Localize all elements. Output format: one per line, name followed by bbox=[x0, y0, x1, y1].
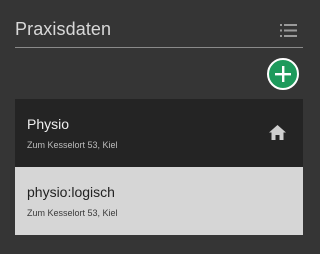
page-title: Praxisdaten bbox=[15, 19, 112, 39]
practice-name: physio:logisch bbox=[27, 184, 115, 200]
practice-address: Zum Kesselort 53, Kiel bbox=[27, 140, 118, 150]
practice-item[interactable]: physio:logisch Zum Kesselort 53, Kiel bbox=[15, 167, 303, 235]
list-menu-button[interactable] bbox=[280, 23, 297, 38]
home-icon bbox=[269, 125, 286, 140]
practice-item[interactable]: Physio Zum Kesselort 53, Kiel bbox=[15, 99, 303, 167]
list-icon bbox=[280, 24, 297, 37]
practice-list: Physio Zum Kesselort 53, Kiel physio:log… bbox=[15, 99, 303, 235]
plus-icon bbox=[275, 66, 291, 82]
header: Praxisdaten bbox=[15, 14, 303, 48]
practice-address: Zum Kesselort 53, Kiel bbox=[27, 208, 118, 218]
add-practice-button[interactable] bbox=[267, 58, 299, 90]
practice-name: Physio bbox=[27, 116, 70, 132]
practice-data-panel: Praxisdaten Physio Zum Kesselort 53, Kie… bbox=[0, 0, 316, 254]
